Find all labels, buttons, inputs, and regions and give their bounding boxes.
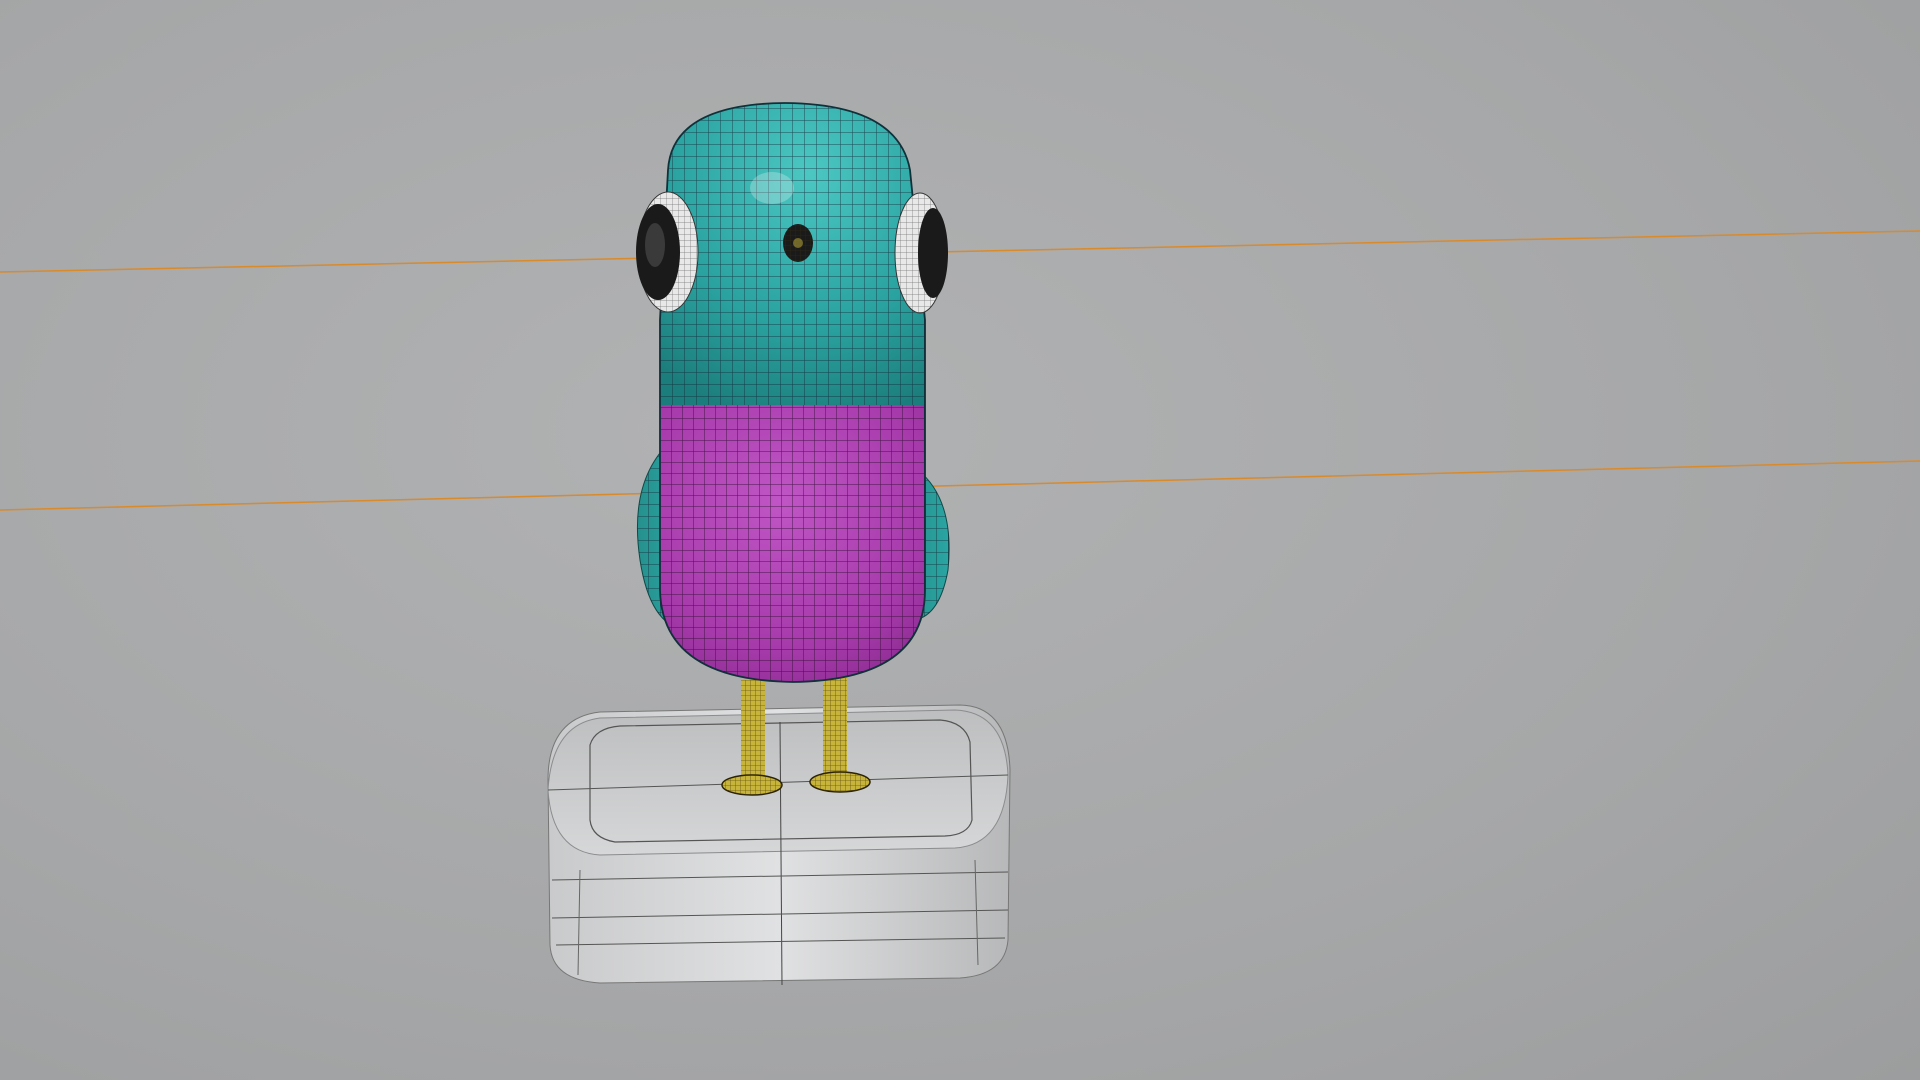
viewport-canvas[interactable] xyxy=(0,0,1920,1080)
bird-body[interactable] xyxy=(650,95,940,690)
bird-eye-left[interactable] xyxy=(636,191,699,313)
3d-viewport[interactable] xyxy=(0,0,1920,1080)
guide-line-upper xyxy=(0,230,1920,273)
guide-line-lower xyxy=(0,460,1920,511)
pedestal-base[interactable] xyxy=(547,704,1011,986)
bird-eye-right[interactable] xyxy=(894,192,948,314)
bird-beak[interactable] xyxy=(783,224,813,262)
